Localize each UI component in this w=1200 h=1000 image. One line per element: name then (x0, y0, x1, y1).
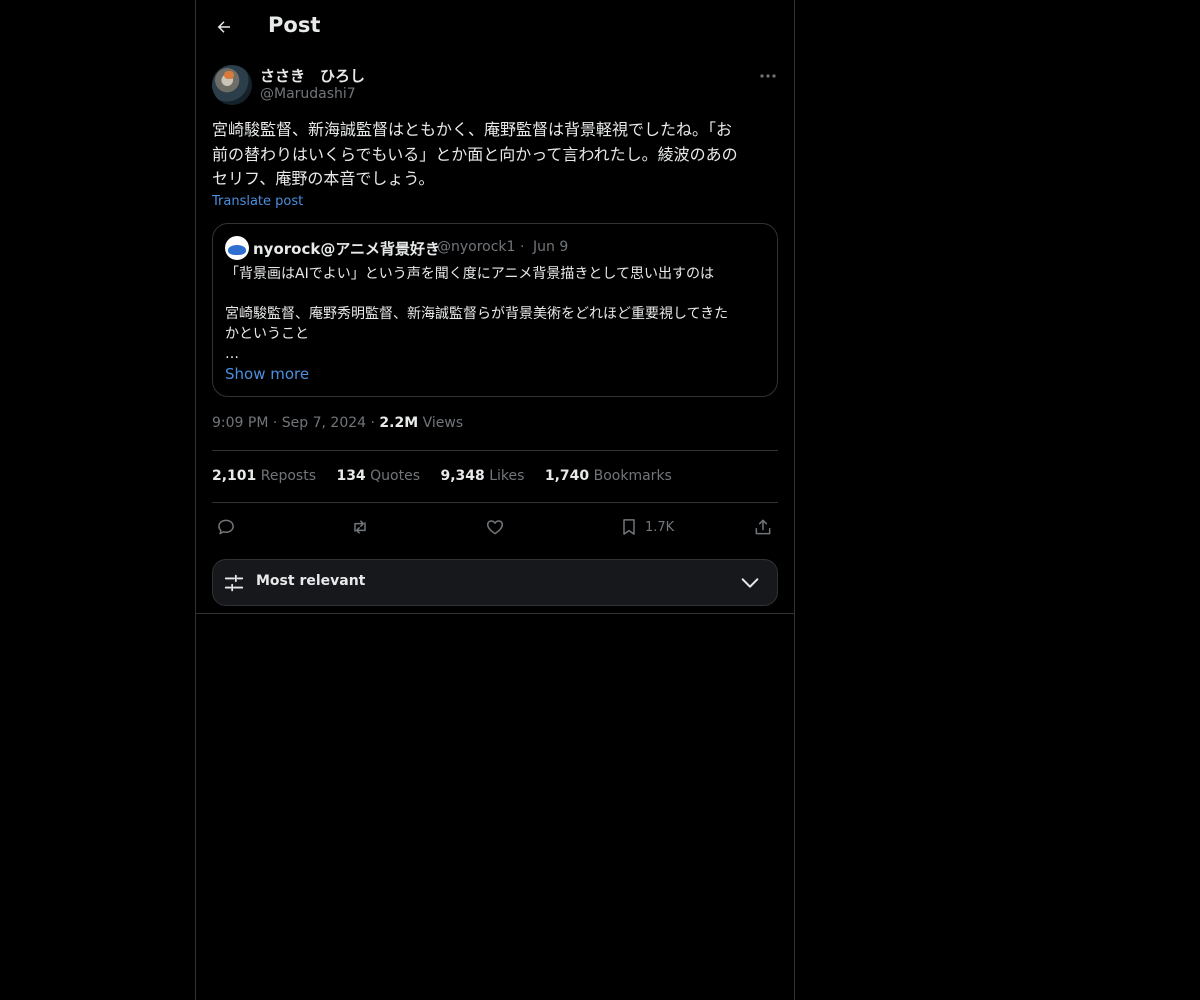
bookmark-button[interactable]: 1.7K (619, 515, 674, 539)
arrow-left-icon (217, 21, 230, 33)
quote-date: Jun 9 (533, 239, 569, 255)
post-column: Post ささき ひろし @Marudashi7 宮崎駿監督、新海誠監督はともか… (195, 0, 795, 1000)
divider (212, 450, 778, 451)
post-author: ささき ひろし @Marudashi7 (212, 65, 778, 109)
sort-label: Most relevant (256, 573, 366, 589)
quoted-post[interactable]: nyorock@アニメ背景好き @nyorock1 · Jun 9 「背景画はA… (212, 223, 778, 397)
chevron-down-icon (741, 578, 759, 588)
quote-handle: @nyorock1 (437, 239, 516, 255)
quote-text-line: かということ (225, 326, 309, 342)
quote-text-line (225, 284, 769, 304)
repost-button[interactable] (350, 515, 370, 539)
sliders-icon (224, 574, 244, 592)
more-options-button[interactable] (758, 69, 778, 83)
stat-reposts[interactable]: 2,101 Reposts (212, 468, 316, 484)
engagement-stats: 2,101 Reposts 134 Quotes 9,348 Likes 1,7… (212, 468, 688, 484)
separator-dot: · (272, 415, 282, 431)
post-text-line: セリフ、庵野の本音でしょう。 (212, 169, 435, 188)
stat-quotes[interactable]: 134 Quotes (336, 468, 420, 484)
section-divider (196, 613, 794, 614)
like-icon (486, 520, 504, 535)
divider (212, 502, 778, 503)
quote-text-line: 宮崎駿監督、庵野秀明監督、新海誠監督らが背景美術をどれほど重要視してきた (225, 306, 729, 322)
author-handle[interactable]: @Marudashi7 (260, 86, 356, 102)
quote-text-line: 「背景画はAIでよい」という声を聞く度にアニメ背景描きとして思い出すのは (225, 266, 715, 282)
post-time[interactable]: 9:09 PM (212, 415, 268, 431)
views-label: Views (422, 415, 464, 431)
stat-likes[interactable]: 9,348 Likes (440, 468, 524, 484)
post-date[interactable]: Sep 7, 2024 (282, 415, 366, 431)
quote-avatar[interactable] (225, 236, 249, 260)
more-horizontal-icon (760, 74, 776, 78)
show-more-link[interactable]: Show more (225, 365, 309, 383)
quote-text-line: … (225, 346, 239, 362)
quote-display-name: nyorock@アニメ背景好き (253, 240, 441, 258)
separator-dot: · (520, 239, 525, 255)
translate-post-link[interactable]: Translate post (212, 194, 303, 209)
post-meta: 9:09 PM · Sep 7, 2024 · 2.2M Views (212, 415, 463, 431)
back-button[interactable] (210, 13, 238, 41)
page-title: Post (268, 13, 321, 37)
post-text-line: 前の替わりはいくらでもいる」とか面と向かって言われたし。綾波のあの (212, 144, 738, 164)
avatar[interactable] (212, 65, 252, 105)
reply-icon (218, 519, 234, 535)
share-icon (755, 519, 771, 535)
header: Post (196, 0, 794, 54)
repost-icon (354, 520, 366, 534)
views-count: 2.2M (379, 415, 419, 431)
author-display-name[interactable]: ささき ひろし (260, 65, 365, 86)
like-button[interactable] (485, 515, 505, 539)
reply-button[interactable] (216, 515, 236, 539)
bookmark-count: 1.7K (645, 519, 675, 535)
post-text: 宮崎駿監督、新海誠監督はともかく、庵野監督は背景軽視でしたね。「お 前の替わりは… (212, 118, 778, 192)
bookmark-icon (623, 519, 635, 535)
post-text-line: 宮崎駿監督、新海誠監督はともかく、庵野監督は背景軽視でしたね。「お (212, 120, 733, 139)
quote-text: 「背景画はAIでよい」という声を聞く度にアニメ背景描きとして思い出すのは 宮崎駿… (225, 264, 769, 364)
replies-sort-dropdown[interactable]: Most relevant (212, 559, 778, 606)
share-button[interactable] (753, 515, 773, 539)
stat-bookmarks[interactable]: 1,740 Bookmarks (545, 468, 672, 484)
